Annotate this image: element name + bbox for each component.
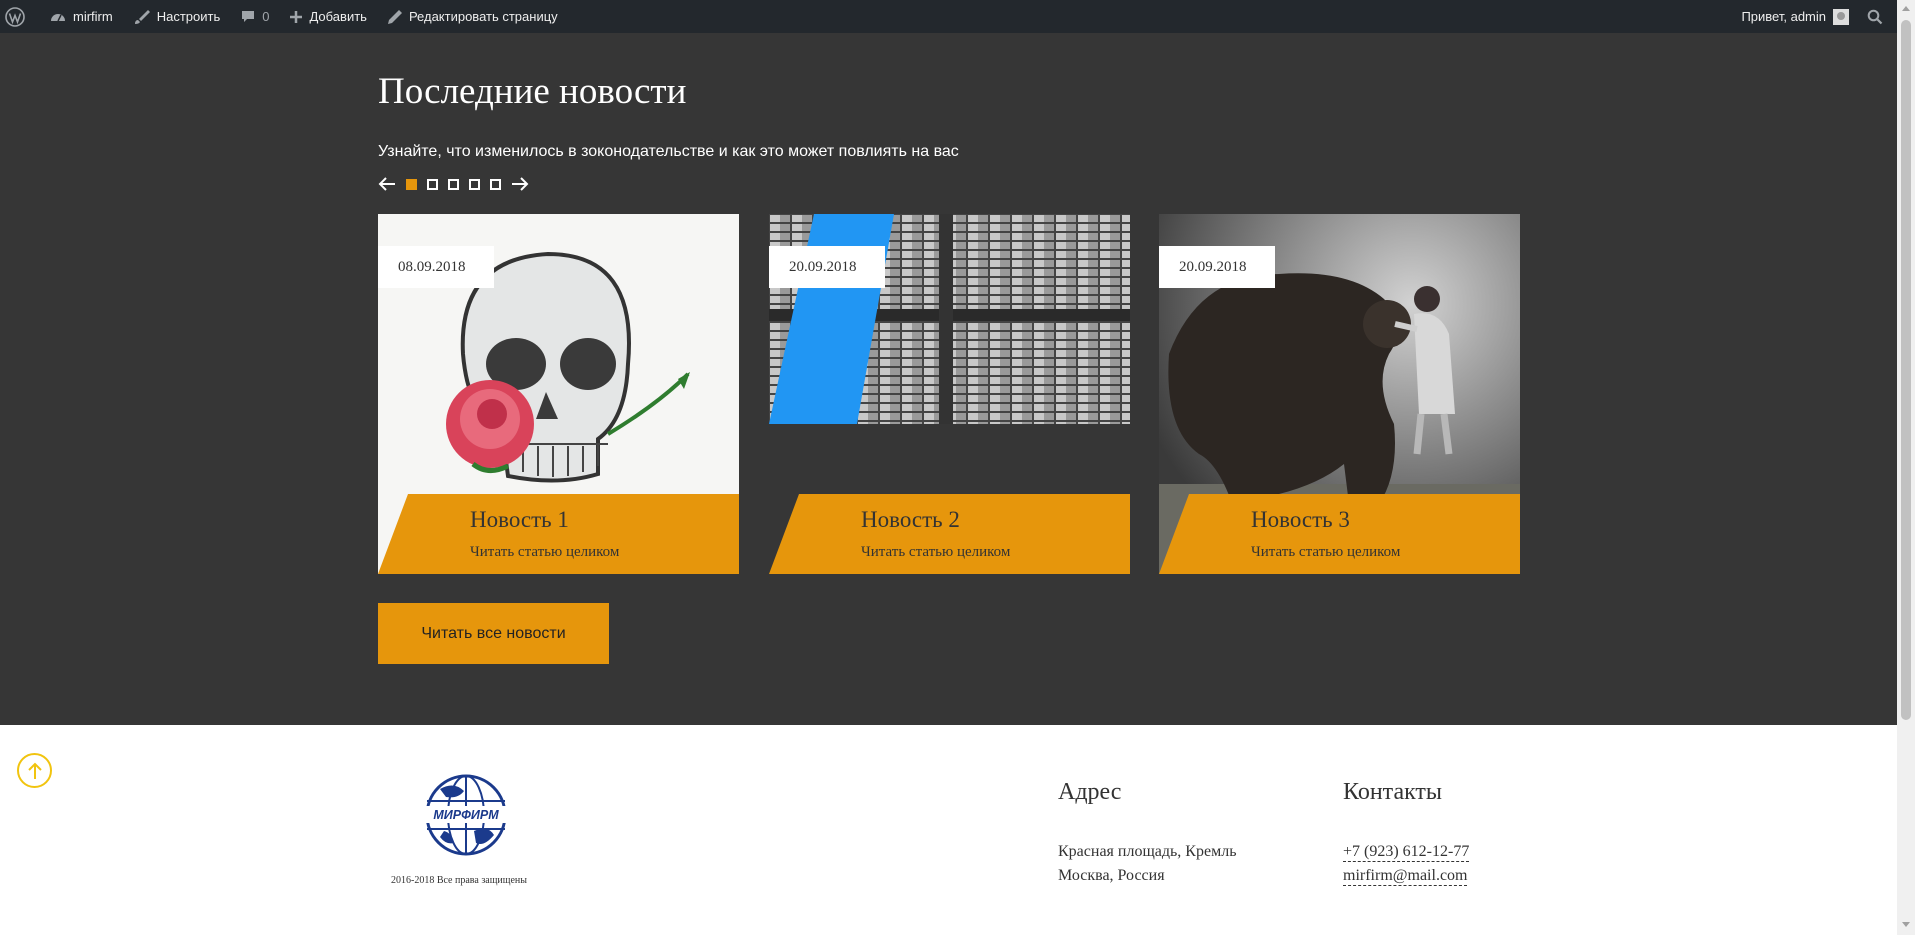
scroll-to-top-button[interactable]: [17, 753, 52, 788]
news-title-1[interactable]: Новость 1: [470, 507, 569, 533]
search-icon: [1867, 9, 1883, 24]
address-line-2: Москва, Россия: [1058, 867, 1165, 884]
news-date: 08.09.2018: [378, 246, 494, 288]
avatar: [1833, 8, 1849, 25]
address-heading: Адрес: [1058, 779, 1122, 805]
comments-count: 0: [262, 9, 270, 24]
scrollbar-thumb[interactable]: [1901, 20, 1911, 720]
news-date: 20.09.2018: [1159, 246, 1275, 288]
comment-icon: [242, 10, 255, 22]
wordpress-logo-icon[interactable]: [0, 0, 39, 33]
account-menu[interactable]: Привет, admin: [1731, 0, 1859, 33]
news-title: Последние новости: [378, 71, 687, 112]
read-all-news-button[interactable]: Читать все новости: [378, 603, 609, 664]
brush-icon: [134, 9, 150, 24]
globe-logo-icon: МИРФИРМ: [424, 774, 508, 856]
edit-page-menu[interactable]: Редактировать страницу: [377, 0, 568, 33]
plus-icon: [290, 10, 303, 23]
admin-search-button[interactable]: [1859, 0, 1897, 33]
read-article-link[interactable]: Читать статью целиком: [861, 544, 1010, 561]
greeting: Привет, admin: [1741, 9, 1826, 24]
news-date: 20.09.2018: [769, 246, 885, 288]
slider-dot[interactable]: [427, 178, 438, 190]
news-card[interactable]: 20.09.2018 Новость 3 Читать статью целик…: [1159, 214, 1520, 574]
slider-dot[interactable]: [490, 178, 501, 190]
scroll-down-arrow-icon[interactable]: [1902, 922, 1910, 927]
customize-label: Настроить: [156, 9, 221, 24]
edit-page-label: Редактировать страницу: [408, 9, 558, 24]
copyright-text: 2016-2018 Все права защищены: [391, 875, 527, 886]
arrow-right-icon[interactable]: [511, 176, 529, 192]
read-article-link[interactable]: Читать статью целиком: [470, 544, 619, 561]
news-caption: [378, 494, 739, 574]
dashboard-icon: [51, 13, 65, 21]
scroll-up-arrow-icon[interactable]: [1902, 6, 1910, 11]
slider-dot[interactable]: [469, 178, 480, 190]
site-name: mirfirm: [73, 9, 113, 24]
address-line-1: Красная площадь, Кремль: [1058, 843, 1237, 860]
news-title-3[interactable]: Новость 3: [1251, 507, 1350, 533]
arrow-up-icon: [27, 762, 42, 779]
news-caption: [769, 494, 1130, 574]
slider-nav: [378, 176, 529, 192]
page-scrollbar[interactable]: [1897, 0, 1915, 935]
admin-bar: mirfirm Настроить 0 Добавить Редактирова…: [0, 0, 1897, 33]
news-caption: [1159, 494, 1520, 574]
news-title-2[interactable]: Новость 2: [861, 507, 960, 533]
slider-dot[interactable]: [406, 178, 417, 190]
site-name-menu[interactable]: mirfirm: [39, 0, 123, 33]
site-logo[interactable]: МИРФИРМ: [424, 773, 508, 862]
news-card[interactable]: 08.09.2018 Новость 1 Читать статью целик…: [378, 214, 739, 574]
arrow-left-icon[interactable]: [378, 176, 396, 192]
slider-dot[interactable]: [448, 178, 459, 190]
pencil-icon: [387, 9, 402, 24]
add-new-label: Добавить: [309, 9, 367, 24]
news-card[interactable]: 20.09.2018 Новость 2 Читать статью целик…: [769, 214, 1130, 574]
phone-link[interactable]: +7 (923) 612-12-77: [1343, 843, 1470, 862]
contacts-heading: Контакты: [1343, 779, 1443, 805]
news-subtitle: Узнайте, что изменилось в зоконодательст…: [378, 143, 959, 160]
comments-menu[interactable]: 0: [230, 0, 279, 33]
add-new-menu[interactable]: Добавить: [279, 0, 376, 33]
email-link[interactable]: mirfirm@mail.com: [1343, 867, 1468, 886]
customize-menu[interactable]: Настроить: [123, 0, 231, 33]
read-article-link[interactable]: Читать статью целиком: [1251, 544, 1400, 561]
svg-text:МИРФИРМ: МИРФИРМ: [433, 808, 499, 822]
